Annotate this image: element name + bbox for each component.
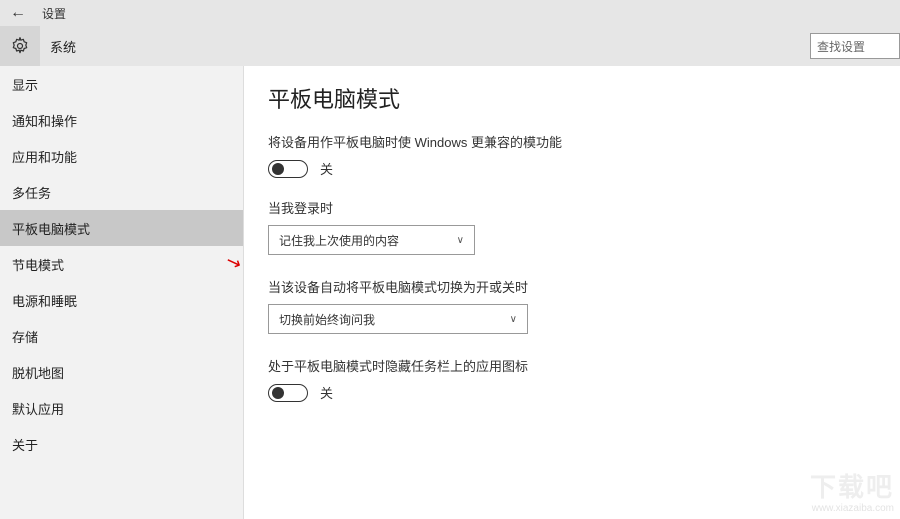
window-title: 设置 (42, 5, 66, 22)
sidebar-item-notifications[interactable]: 通知和操作 (0, 102, 243, 138)
setting4-toggle-label: 关 (320, 383, 333, 402)
chevron-down-icon: ∨ (457, 235, 464, 246)
sidebar-item-storage[interactable]: 存储 (0, 318, 243, 354)
setting2-dropdown[interactable]: 记住我上次使用的内容 ∨ (268, 225, 475, 255)
setting3-dropdown[interactable]: 切换前始终询问我 ∨ (268, 304, 528, 334)
watermark: 下载吧 www.xiazaiba.com (810, 472, 894, 515)
setting1-desc: 将设备用作平板电脑时使 Windows 更兼容的模功能 (268, 132, 876, 151)
content-area: ↘ 平板电脑模式 将设备用作平板电脑时使 Windows 更兼容的模功能 关 当… (244, 66, 900, 519)
sidebar-item-apps[interactable]: 应用和功能 (0, 138, 243, 174)
back-button[interactable]: ← (10, 4, 26, 22)
gear-icon (0, 26, 40, 66)
sidebar-item-display[interactable]: 显示 (0, 66, 243, 102)
sidebar-item-about[interactable]: 关于 (0, 426, 243, 462)
search-input[interactable]: 查找设置 (810, 33, 900, 59)
setting2-label: 当我登录时 (268, 198, 876, 217)
setting3-label: 当该设备自动将平板电脑模式切换为开或关时 (268, 277, 876, 296)
setting4-desc: 处于平板电脑模式时隐藏任务栏上的应用图标 (268, 356, 876, 375)
setting4-toggle[interactable] (268, 384, 308, 402)
sidebar-item-battery[interactable]: 节电模式 (0, 246, 243, 282)
sidebar-item-defaultapps[interactable]: 默认应用 (0, 390, 243, 426)
chevron-down-icon: ∨ (510, 314, 517, 325)
header-system-label: 系统 (50, 37, 76, 56)
sidebar-item-multitask[interactable]: 多任务 (0, 174, 243, 210)
setting1-toggle-label: 关 (320, 159, 333, 178)
sidebar-item-maps[interactable]: 脱机地图 (0, 354, 243, 390)
sidebar: 显示 通知和操作 应用和功能 多任务 平板电脑模式 节电模式 电源和睡眠 存储 … (0, 66, 244, 519)
setting1-toggle[interactable] (268, 160, 308, 178)
sidebar-item-power[interactable]: 电源和睡眠 (0, 282, 243, 318)
sidebar-item-tablet-mode[interactable]: 平板电脑模式 (0, 210, 243, 246)
page-title: 平板电脑模式 (268, 82, 876, 114)
